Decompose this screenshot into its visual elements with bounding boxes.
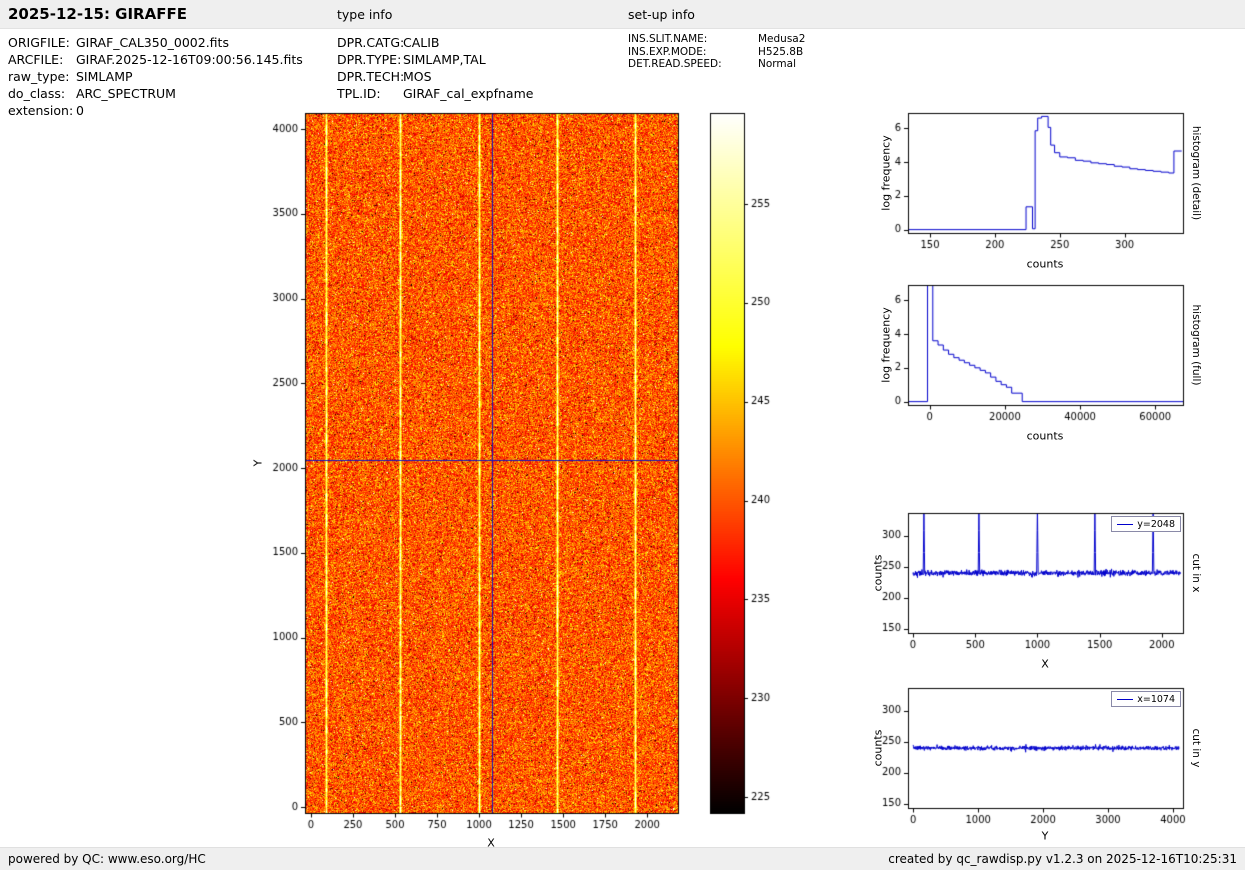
- hist-detail-y-axis-label: log frequency: [879, 135, 893, 211]
- meta-label: ORIGFILE:: [8, 35, 70, 50]
- legend-label: y=2048: [1137, 518, 1175, 530]
- type-info-panel: DPR.CATG:CALIB DPR.TYPE: SIMLAMP,TAL DPR.…: [337, 34, 533, 102]
- meta-value: GIRAF_cal_expfname: [403, 86, 534, 101]
- meta-label: TPL.ID:: [337, 86, 381, 101]
- meta-label: ARCFILE:: [8, 52, 64, 67]
- meta-value: ARC_SPECTRUM: [76, 86, 176, 101]
- setup-info-panel: INS.SLIT.NAME: Medusa2 INS.EXP.MODE: H525.…: [628, 33, 805, 71]
- meta-value: 0: [76, 103, 84, 118]
- meta-row-dprcatg: DPR.CATG:CALIB: [337, 34, 533, 51]
- legend-cut-in-y: x=1074: [1111, 691, 1181, 707]
- main-y-axis-label: Y: [251, 459, 265, 467]
- meta-row-rawtype: raw_type: SIMLAMP: [8, 68, 303, 85]
- meta-label: raw_type:: [8, 69, 70, 84]
- file-info-panel: ORIGFILE: GIRAF_CAL350_0002.fits ARCFILE:…: [8, 34, 303, 119]
- legend-label: x=1074: [1137, 693, 1175, 705]
- meta-label: INS.EXP.MODE:: [628, 45, 707, 58]
- meta-value: H525.8B: [758, 45, 804, 58]
- footer-powered-by: powered by QC: www.eso.org/HC: [8, 852, 206, 866]
- meta-value: Medusa2: [758, 33, 806, 45]
- meta-value: SIMLAMP: [76, 69, 133, 84]
- meta-row-dprtech: DPR.TECH:MOS: [337, 68, 533, 85]
- cut-y-side-label: cut in y: [1190, 728, 1202, 768]
- header-bar: 2025-12-15: GIRAFFE type info set-up inf…: [0, 0, 1245, 29]
- meta-row-dprtype: DPR.TYPE: SIMLAMP,TAL: [337, 51, 533, 68]
- legend-cut-in-x: y=2048: [1111, 516, 1181, 532]
- meta-label: DPR.TYPE:: [337, 52, 402, 67]
- legend-line-sample-icon: [1117, 698, 1134, 700]
- meta-value: Normal: [758, 58, 796, 70]
- cut-x-y-axis-label: counts: [871, 554, 885, 592]
- meta-label: DPR.TECH:: [337, 69, 405, 84]
- cut-x-side-label: cut in x: [1190, 553, 1202, 593]
- footer-bar: powered by QC: www.eso.org/HC created by…: [0, 847, 1245, 870]
- footer-created-by: created by qc_rawdisp.py v1.2.3 on 2025-…: [888, 852, 1237, 866]
- hist-full-side-label: histogram (full): [1190, 304, 1202, 386]
- meta-row-arcfile: ARCFILE: GIRAF.2025-12-16T09:00:56.145.fi…: [8, 51, 303, 68]
- meta-value: GIRAF_CAL350_0002.fits: [76, 35, 229, 50]
- meta-label: extension:: [8, 103, 74, 118]
- meta-label: do_class:: [8, 86, 66, 101]
- meta-label: DPR.CATG:: [337, 35, 405, 50]
- hist-detail-x-axis-label: counts: [1026, 257, 1064, 271]
- meta-row-doclass: do_class: ARC_SPECTRUM: [8, 85, 303, 102]
- meta-value: CALIB: [403, 35, 440, 50]
- legend-line-sample-icon: [1117, 523, 1134, 525]
- meta-label: INS.SLIT.NAME:: [628, 33, 708, 45]
- meta-row-extension: extension: 0: [8, 102, 303, 119]
- cut-y-y-axis-label: counts: [871, 729, 885, 767]
- hist-detail-side-label: histogram (detail): [1190, 125, 1202, 221]
- page-title: 2025-12-15: GIRAFFE: [8, 5, 187, 23]
- meta-row-slitname: INS.SLIT.NAME: Medusa2: [628, 33, 805, 46]
- meta-label: DET.READ.SPEED:: [628, 58, 722, 70]
- meta-row-expmode: INS.EXP.MODE: H525.8B: [628, 46, 805, 59]
- meta-value: SIMLAMP,TAL: [403, 52, 486, 67]
- meta-value: MOS: [403, 69, 432, 84]
- cut-y-x-axis-label: Y: [1041, 829, 1049, 843]
- type-info-heading: type info: [337, 7, 393, 22]
- qc-report-page: 2025-12-15: GIRAFFE type info set-up inf…: [0, 0, 1245, 870]
- hist-full-x-axis-label: counts: [1026, 429, 1064, 443]
- meta-row-readspeed: DET.READ.SPEED: Normal: [628, 58, 805, 71]
- setup-info-heading: set-up info: [628, 7, 695, 22]
- main-x-axis-label: X: [487, 836, 495, 850]
- meta-value: GIRAF.2025-12-16T09:00:56.145.fits: [76, 52, 303, 67]
- cut-x-x-axis-label: X: [1041, 657, 1049, 671]
- hist-full-y-axis-label: log frequency: [879, 307, 893, 383]
- meta-row-origfile: ORIGFILE: GIRAF_CAL350_0002.fits: [8, 34, 303, 51]
- meta-row-tplid: TPL.ID: GIRAF_cal_expfname: [337, 85, 533, 102]
